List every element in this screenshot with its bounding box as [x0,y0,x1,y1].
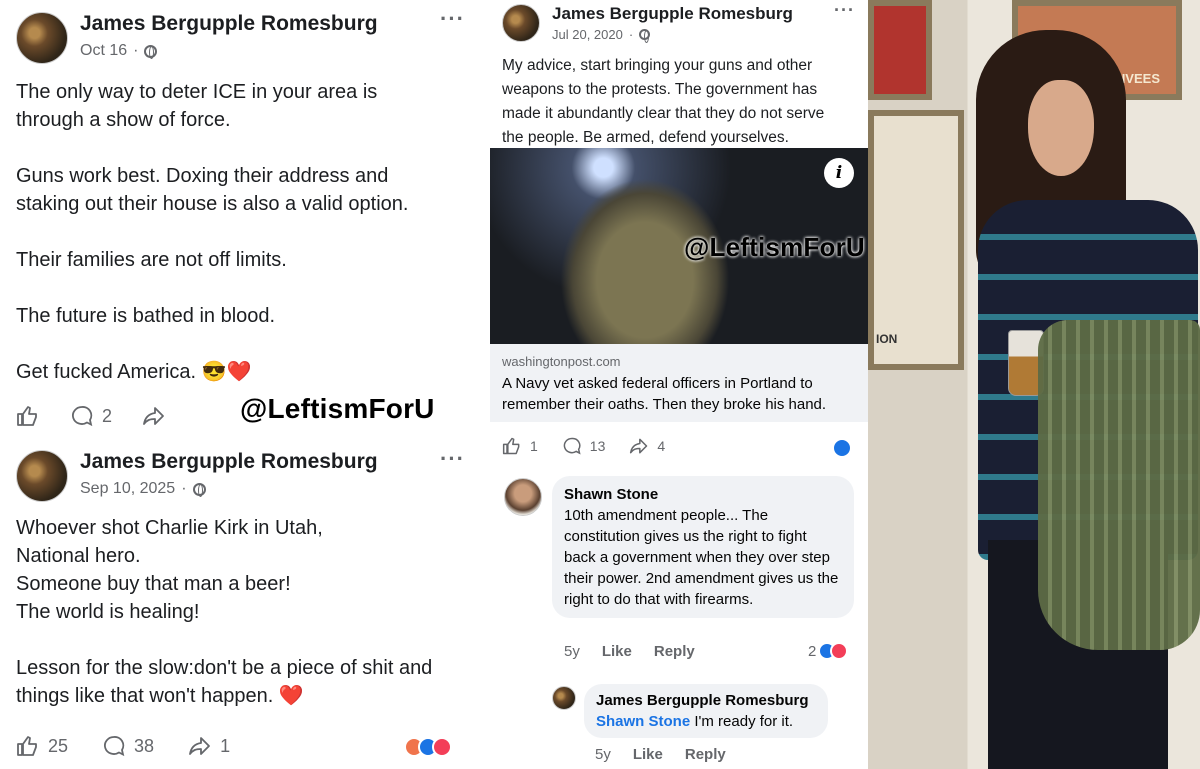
reply-body: I'm ready for it. [690,713,794,730]
post-date[interactable]: Sep 10, 2025 [80,480,175,498]
comment-reply-button[interactable]: Reply [654,643,695,660]
share-icon [143,407,164,425]
like-button[interactable]: 25 [16,734,68,758]
like-reaction-icon[interactable] [832,438,852,458]
street-photo: PRIVEES ION [868,0,1200,769]
post-text: My advice, start bringing your guns and … [502,57,825,146]
like-count: 25 [48,735,69,756]
avatar[interactable] [502,4,540,42]
comment-button[interactable]: 13 [562,436,606,456]
more-options-icon[interactable]: ··· [834,0,855,21]
reply-actions: 5y Like Reply [595,746,726,763]
more-options-icon[interactable]: ··· [440,446,465,472]
post-header: James Bergupple Romesburg Oct 16 · [16,12,378,64]
post-text: The only way to deter ICE in your area i… [16,81,409,383]
comment-age[interactable]: 5y [564,643,580,660]
plaid-jacket [1038,320,1200,650]
share-icon [189,737,210,755]
comment-reactions[interactable]: 2 [808,642,849,660]
reply-like-button[interactable]: Like [633,746,663,763]
comment-button[interactable]: 2 [70,404,112,428]
comment: Shawn Stone 10th amendment people... The… [552,476,854,618]
poster-frame: ION [868,110,964,370]
post-photo[interactable]: i @LeftismForU [490,148,868,344]
globe-icon [144,44,158,59]
reply-text: Shawn Stone I'm ready for it. [596,711,816,732]
link-preview[interactable]: washingtonpost.com A Navy vet asked fede… [490,344,868,422]
mention-link[interactable]: Shawn Stone [596,713,690,730]
share-button[interactable]: 1 [188,734,230,758]
link-title: A Navy vet asked federal officers in Por… [502,375,827,413]
commenter-name[interactable]: Shawn Stone [564,484,842,505]
like-button[interactable]: 1 [502,436,538,456]
share-count: 4 [657,438,666,454]
post-meta: Sep 10, 2025 · [80,480,378,498]
reply-avatar[interactable] [552,686,576,710]
share-count: 1 [220,735,231,756]
love-reaction-icon [830,642,849,660]
comment-count: 38 [134,735,155,756]
post-meta: Jul 20, 2020 · [552,27,793,43]
reactions-summary[interactable] [404,737,452,757]
person-face [1028,80,1094,176]
poster-frame [868,0,932,100]
comment-count: 2 [102,405,113,426]
reply-reply-button[interactable]: Reply [685,746,726,763]
thumbs-up-icon [17,736,37,756]
share-button[interactable]: 4 [629,436,665,456]
author-name[interactable]: James Bergupple Romesburg [80,450,378,474]
info-icon[interactable]: i [824,158,854,188]
left-panel: James Bergupple Romesburg Oct 16 · ··· T… [0,0,478,769]
reply-author-name[interactable]: James Bergupple Romesburg [596,690,816,711]
middle-panel: James Bergupple Romesburg Jul 20, 2020 ·… [490,0,868,769]
thumbs-up-icon [502,437,520,455]
comment-button[interactable]: 38 [102,734,154,758]
share-icon [630,438,648,454]
comment-reaction-count: 2 [808,642,817,660]
globe-icon [639,29,651,43]
post-actions: 1 13 4 [502,436,665,456]
link-domain: washingtonpost.com [502,354,621,369]
avatar[interactable] [16,450,68,502]
comment-count: 13 [589,438,606,454]
watermark: @LeftismForU [240,393,435,424]
like-count: 1 [530,438,538,454]
comment-like-button[interactable]: Like [602,643,632,660]
post-meta: Oct 16 · [80,42,378,60]
comment-text: 10th amendment people... The constitutio… [564,507,839,608]
comment-icon [72,406,93,427]
post-header: James Bergupple Romesburg Jul 20, 2020 · [502,4,793,43]
post-actions: 25 38 1 [16,734,230,758]
photo-watermark: @LeftismForU [684,232,865,262]
post-actions: 2 [16,404,166,428]
post-date[interactable]: Jul 20, 2020 [552,27,623,42]
reply-comment: James Bergupple Romesburg Shawn Stone I'… [584,684,828,738]
comment-icon [563,437,581,455]
avatar[interactable] [16,12,68,64]
share-button[interactable] [142,404,166,428]
comment-icon [104,736,125,757]
post-date[interactable]: Oct 16 [80,42,127,60]
sign-text: ION [876,332,898,346]
author-name[interactable]: James Bergupple Romesburg [552,4,793,24]
thumbs-up-icon [17,406,37,426]
post-header: James Bergupple Romesburg Sep 10, 2025 · [16,450,378,502]
like-button[interactable] [16,404,40,428]
divider [478,0,490,769]
author-name[interactable]: James Bergupple Romesburg [80,12,378,36]
love-reaction-icon [432,737,452,757]
more-options-icon[interactable]: ··· [440,6,465,32]
comment-actions: 5y Like Reply [564,643,695,660]
reply-age[interactable]: 5y [595,746,611,763]
commenter-avatar[interactable] [504,478,542,516]
post-text: Whoever shot Charlie Kirk in Utah, Natio… [16,517,433,707]
globe-icon [192,482,206,497]
